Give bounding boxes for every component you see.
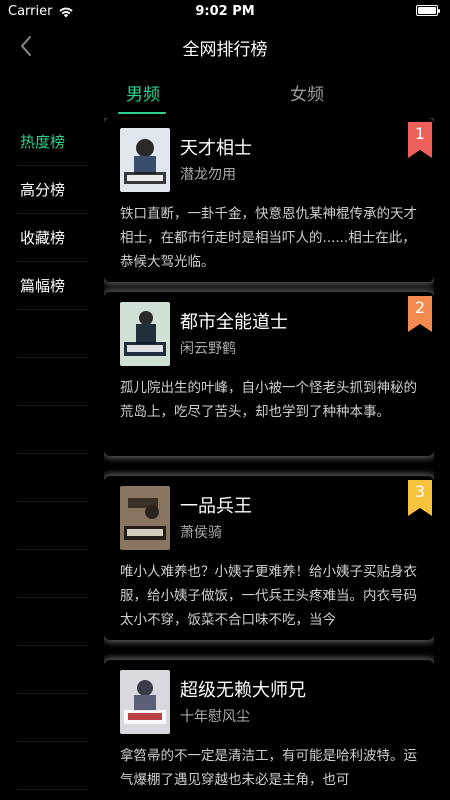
rank-number: 3 xyxy=(414,482,426,501)
book-cover xyxy=(120,670,170,734)
rank-number: 2 xyxy=(414,298,426,317)
book-description: 孤儿院出生的叶峰，自小被一个怪老头抓到神秘的荒岛上，吃尽了苦头，却也学到了种种本… xyxy=(120,380,417,420)
sidebar-empty-row xyxy=(18,646,88,694)
sidebar-empty-row xyxy=(18,550,88,598)
book-title: 天才相士 xyxy=(180,138,252,159)
book-cover xyxy=(120,302,170,366)
tab-female[interactable]: 女频 xyxy=(262,80,352,105)
sidebar-empty-row xyxy=(18,694,88,742)
nav-bar: 全网排行榜 xyxy=(0,24,450,68)
book-description: 唯小人难养也？小姨子更难养！给小姨子买贴身衣服，给小姨子做饭，一代兵王头疼难当。… xyxy=(120,564,417,628)
sidebar-item-length[interactable]: 篇幅榜 xyxy=(18,262,88,310)
book-card[interactable]: 超级无赖大师兄 十年慰风尘 拿笤帚的不一定是清洁工，有可能是哈利波特。运气爆棚了… xyxy=(104,660,434,800)
sidebar-item-top-rated[interactable]: 高分榜 xyxy=(18,166,88,214)
book-description: 拿笤帚的不一定是清洁工，有可能是哈利波特。运气爆棚了遇见穿越也未必是主角，也可 xyxy=(120,748,417,788)
book-title: 都市全能道士 xyxy=(180,312,288,333)
rank-number: 1 xyxy=(414,124,426,143)
book-author: 闲云野鹤 xyxy=(180,341,236,357)
sidebar-empty-row xyxy=(18,502,88,550)
sidebar-item-favorites[interactable]: 收藏榜 xyxy=(18,214,88,262)
page-title: 全网排行榜 xyxy=(182,40,268,60)
book-card[interactable]: 天才相士 潜龙勿用 铁口直断，一卦千金，快意恩仇某神棍传承的天才相士，在都市行走… xyxy=(104,118,434,282)
rank-badge: 1 xyxy=(408,122,432,158)
ranking-sidebar: 热度榜 高分榜 收藏榜 篇幅榜 xyxy=(18,118,88,800)
sidebar-empty-row xyxy=(18,406,88,454)
sidebar-empty-row xyxy=(18,454,88,502)
book-card[interactable]: 一品兵王 萧侯骑 唯小人难养也？小姨子更难养！给小姨子买贴身衣服，给小姨子做饭，… xyxy=(104,476,434,640)
book-author: 十年慰风尘 xyxy=(180,709,250,725)
book-cover xyxy=(120,128,170,192)
sidebar-empty-row xyxy=(18,742,88,790)
book-card[interactable]: 都市全能道士 闲云野鹤 孤儿院出生的叶峰，自小被一个怪老头抓到神秘的荒岛上，吃尽… xyxy=(104,292,434,456)
book-list: 天才相士 潜龙勿用 铁口直断，一卦千金，快意恩仇某神棍传承的天才相士，在都市行走… xyxy=(104,118,434,800)
sidebar-empty-row xyxy=(18,358,88,406)
status-bar: Carrier 9:02 PM xyxy=(0,0,450,24)
gender-tabs: 男频 女频 xyxy=(0,70,450,118)
book-author: 萧侯骑 xyxy=(180,525,222,541)
status-time: 9:02 PM xyxy=(195,4,255,19)
sidebar-empty-row xyxy=(18,310,88,358)
book-description: 铁口直断，一卦千金，快意恩仇某神棍传承的天才相士，在都市行走时是相当吓人的...… xyxy=(120,206,417,270)
battery-icon xyxy=(416,5,440,16)
sidebar-empty-row xyxy=(18,598,88,646)
book-author: 潜龙勿用 xyxy=(180,167,236,183)
sidebar-item-hot[interactable]: 热度榜 xyxy=(18,118,88,166)
rank-badge: 2 xyxy=(408,296,432,332)
tab-underline xyxy=(118,112,166,114)
rank-badge: 3 xyxy=(408,480,432,516)
book-title: 一品兵王 xyxy=(180,496,252,517)
tab-male[interactable]: 男频 xyxy=(98,80,188,105)
book-cover xyxy=(120,486,170,550)
book-title: 超级无赖大师兄 xyxy=(180,680,306,701)
